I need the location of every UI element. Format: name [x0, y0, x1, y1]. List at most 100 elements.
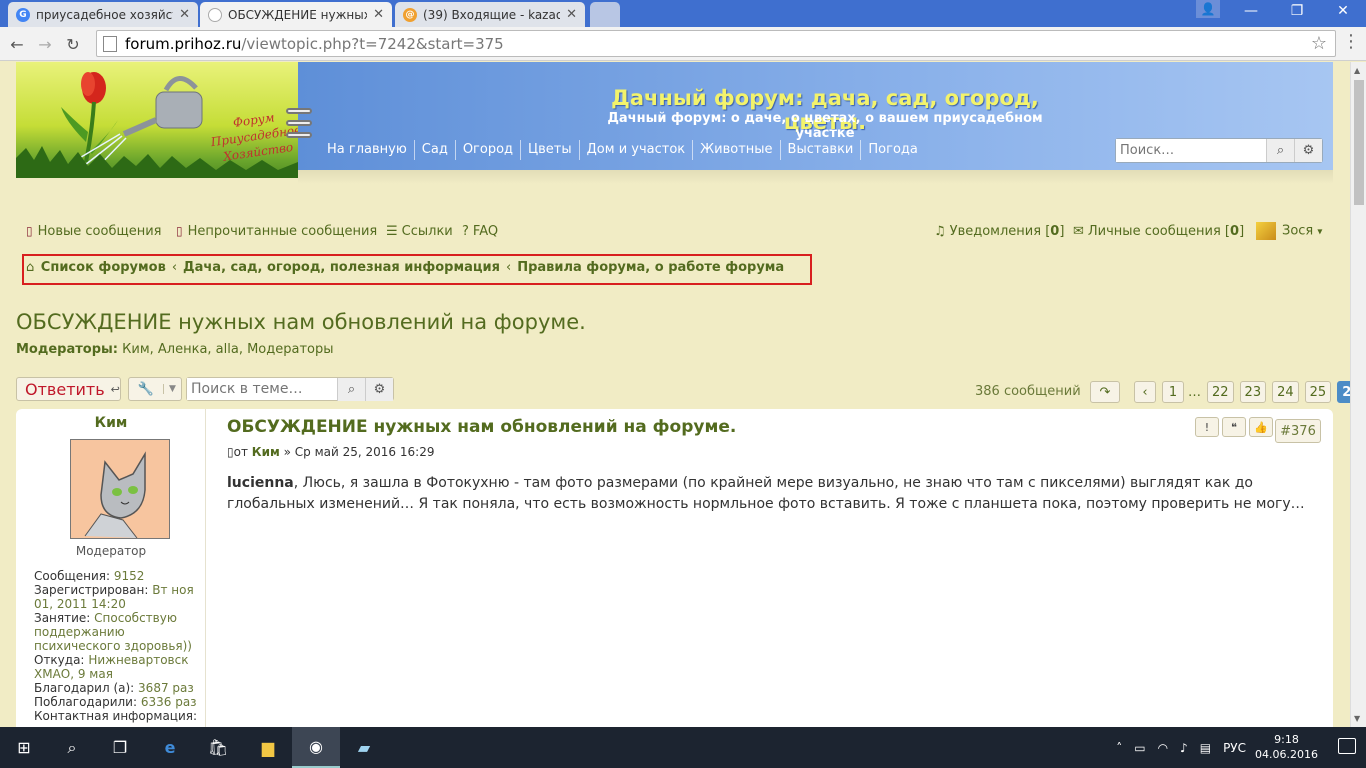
clock[interactable]: 9:18 04.06.2016 — [1255, 732, 1318, 762]
profile-value[interactable]: 9152 — [114, 569, 145, 583]
nav-house[interactable]: Дом и участок — [580, 140, 694, 160]
search-icon[interactable]: ⌕ — [48, 727, 96, 768]
browser-toolbar: ← → ↻ forum.prihoz.ru/viewtopic.php?t=72… — [0, 27, 1366, 61]
wifi-icon[interactable]: ◠ — [1158, 741, 1168, 755]
new-posts-link[interactable]: ▯ Новые сообщения — [26, 224, 161, 239]
chrome-icon[interactable]: ◉ — [292, 727, 340, 768]
moderators-list[interactable]: Ким, Аленка, alla, Модераторы — [122, 342, 333, 357]
profile-icon[interactable]: 👤 — [1196, 0, 1220, 18]
search-icon[interactable]: ⌕ — [337, 377, 365, 401]
scrollbar-thumb[interactable] — [1354, 80, 1364, 205]
scroll-up-icon[interactable]: ▲ — [1354, 66, 1360, 75]
address-bar[interactable]: forum.prihoz.ru/viewtopic.php?t=7242&sta… — [96, 30, 1336, 57]
page-link[interactable]: 1 — [1162, 381, 1184, 403]
breadcrumb-item[interactable]: Правила форума, о работе форума — [517, 260, 784, 275]
edge-icon[interactable]: e — [146, 727, 194, 768]
topic-title[interactable]: ОБСУЖДЕНИЕ нужных нам обновлений на фору… — [16, 310, 586, 334]
store-icon[interactable]: 🛍 — [194, 727, 242, 768]
page-link[interactable]: 24 — [1272, 381, 1299, 403]
moderators-label: Модераторы: — [16, 342, 118, 357]
faq-link[interactable]: ? FAQ — [462, 224, 498, 239]
windows-start-icon[interactable]: ⊞ — [0, 727, 48, 768]
profile-value[interactable]: 3687 раз — [138, 681, 194, 695]
browser-tab-google[interactable]: G приусадебное хозяйство ✕ — [8, 2, 198, 27]
close-window-icon[interactable]: ✕ — [1320, 0, 1366, 22]
minimize-icon[interactable]: — — [1228, 0, 1274, 22]
thumbs-up-icon[interactable]: 👍 — [1249, 417, 1273, 437]
reload-icon[interactable]: ↻ — [62, 33, 84, 55]
author-profile: Сообщения: 9152 Зарегистрирован: Вт ноя … — [34, 569, 204, 723]
browser-tab-forum[interactable]: ОБСУЖДЕНИЕ нужных н ✕ — [200, 2, 392, 27]
new-posts-label: Новые сообщения — [37, 224, 162, 239]
gear-icon[interactable]: ⚙ — [365, 377, 393, 401]
notifications-link[interactable]: ♫ Уведомления [0] — [934, 224, 1064, 239]
notepad-icon[interactable]: ▰ — [340, 727, 388, 768]
topic-search-input[interactable] — [187, 378, 337, 400]
author-name[interactable]: Ким — [16, 415, 206, 431]
page-link[interactable]: 22 — [1207, 381, 1234, 403]
quote-icon[interactable]: ❝ — [1222, 417, 1246, 437]
chevron-left-icon: ‹ — [171, 260, 178, 275]
file-explorer-icon[interactable]: ▆ — [244, 727, 292, 768]
document-icon: ▯ — [176, 224, 183, 238]
post-icon: ▯ — [227, 445, 234, 459]
header-shadow — [298, 170, 1333, 184]
topic-tools-button[interactable]: 🔧 ▼ — [128, 377, 182, 401]
close-tab-icon[interactable]: ✕ — [566, 7, 577, 22]
nav-flowers[interactable]: Цветы — [521, 140, 580, 160]
back-icon[interactable]: ← — [6, 33, 28, 55]
menu-icon[interactable]: ⋮ — [1342, 31, 1360, 52]
post-number[interactable]: #376 — [1275, 419, 1321, 443]
previous-page-icon[interactable]: ‹ — [1134, 381, 1156, 403]
bookmark-star-icon[interactable]: ☆ — [1311, 33, 1327, 54]
scrollbar[interactable]: ▲ ▼ — [1350, 62, 1366, 727]
list-icon: ☰ — [386, 224, 398, 239]
chevron-up-icon[interactable]: ˄ — [1116, 741, 1122, 755]
notification-center-icon[interactable] — [1338, 738, 1356, 754]
breadcrumb-item[interactable]: Дача, сад, огород, полезная информация — [183, 260, 500, 275]
breadcrumb-item[interactable]: Список форумов — [41, 260, 166, 275]
username: Зося — [1282, 223, 1314, 239]
jump-to-page-icon[interactable]: ↷ — [1090, 381, 1120, 403]
page-link[interactable]: 25 — [1304, 381, 1332, 403]
new-tab-button[interactable] — [590, 2, 620, 27]
post-title[interactable]: ОБСУЖДЕНИЕ нужных нам обновлений на фору… — [227, 417, 736, 437]
nav-animals[interactable]: Животные — [693, 140, 781, 160]
gear-icon[interactable]: ⚙ — [1294, 139, 1322, 162]
task-view-icon[interactable]: ❐ — [96, 727, 144, 768]
quoted-user[interactable]: lucienna — [227, 475, 294, 491]
reply-button[interactable]: Ответить ↩ — [16, 377, 121, 401]
user-menu[interactable]: Зося ▾ — [1256, 222, 1322, 240]
forum-logo[interactable]: Форум Приусадебное Хозяйство — [16, 62, 302, 178]
nav-garden[interactable]: Сад — [415, 140, 456, 160]
bell-icon: ♫ — [934, 224, 946, 239]
nav-weather[interactable]: Погода — [861, 140, 924, 160]
message-icon[interactable]: ▤ — [1200, 741, 1211, 755]
page-icon — [103, 35, 117, 52]
report-icon[interactable]: ! — [1195, 417, 1219, 437]
close-tab-icon[interactable]: ✕ — [373, 7, 384, 22]
search-icon[interactable]: ⌕ — [1266, 139, 1294, 162]
home-icon: ⌂ — [26, 260, 35, 275]
profile-value[interactable]: 6336 раз — [141, 695, 197, 709]
browser-tab-mail[interactable]: @ (39) Входящие - kazaol@ ✕ — [395, 2, 585, 27]
language-indicator[interactable]: РУС — [1223, 741, 1246, 755]
scroll-down-icon[interactable]: ▼ — [1354, 714, 1360, 723]
forward-icon[interactable]: → — [34, 33, 56, 55]
wrench-icon: 🔧 — [137, 381, 155, 397]
page-link[interactable]: 23 — [1239, 381, 1267, 403]
page-ellipsis: … — [1188, 384, 1201, 400]
maximize-icon[interactable]: ❐ — [1274, 0, 1320, 22]
volume-icon[interactable]: ♪ — [1180, 741, 1188, 755]
links-link[interactable]: ☰ Ссылки — [386, 224, 453, 239]
nav-home[interactable]: На главную — [320, 140, 415, 160]
post-meta-author[interactable]: Ким — [252, 445, 280, 459]
header-search-input[interactable] — [1116, 139, 1266, 162]
unread-posts-link[interactable]: ▯ Непрочитанные сообщения — [176, 224, 377, 239]
post-buttons: ! ❝ 👍 — [1192, 417, 1273, 437]
nav-exhibitions[interactable]: Выставки — [781, 140, 862, 160]
battery-icon[interactable]: ▭ — [1134, 741, 1145, 755]
close-tab-icon[interactable]: ✕ — [179, 7, 190, 22]
private-messages-link[interactable]: ✉ Личные сообщения [0] — [1073, 224, 1244, 239]
nav-vegetable[interactable]: Огород — [456, 140, 522, 160]
